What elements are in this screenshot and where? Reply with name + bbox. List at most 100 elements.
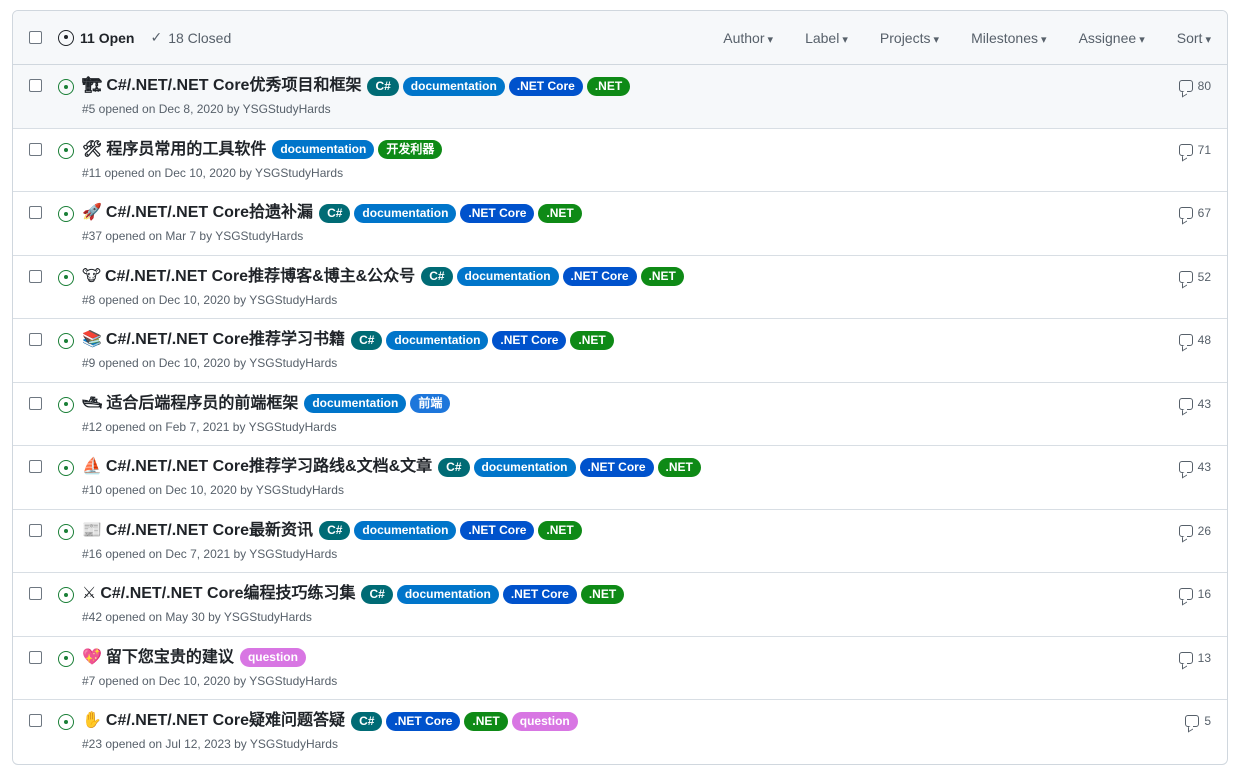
issue-checkbox[interactable] <box>29 587 42 600</box>
label-badge[interactable]: C# <box>361 584 393 604</box>
label-badge[interactable]: .NET Core <box>386 711 461 731</box>
issue-title-link[interactable]: C#/.NET/.NET Core编程技巧练习集 <box>100 583 355 605</box>
label-badge[interactable]: C# <box>319 203 351 223</box>
label-badge[interactable]: question <box>239 648 306 667</box>
issue-checkbox[interactable] <box>29 333 42 346</box>
issue-row[interactable]: ✋ C#/.NET/.NET Core疑难问题答疑 C# .NET Core .NET q… <box>13 700 1227 764</box>
comments-link[interactable]: 67 <box>1178 206 1211 220</box>
issue-meta: #5 opened on Dec 8, 2020 by YSGStudyHard… <box>82 102 331 116</box>
label-badge[interactable]: .NET Core <box>502 584 577 604</box>
issue-title-link[interactable]: 适合后端程序员的前端框架 <box>106 393 298 415</box>
issue-title-link[interactable]: C#/.NET/.NET Core推荐学习路线&文档&文章 <box>106 456 432 478</box>
label-badge[interactable]: .NET <box>464 711 508 731</box>
comments-link[interactable]: 71 <box>1178 143 1211 157</box>
label-badge[interactable]: documentation <box>354 203 457 223</box>
label-badge[interactable]: .NET <box>538 203 582 223</box>
filter-sort[interactable]: Sort <box>1177 30 1211 46</box>
issue-checkbox[interactable] <box>29 396 42 410</box>
label-badge[interactable]: .NET Core <box>460 203 535 223</box>
filter-author[interactable]: Author <box>723 30 773 46</box>
issue-checkbox[interactable] <box>29 714 42 727</box>
label-badge[interactable]: C# <box>351 330 383 350</box>
filter-assignee[interactable]: Assignee <box>1079 30 1145 46</box>
comments-link[interactable]: 5 <box>1185 714 1211 728</box>
label-badge[interactable]: .NET <box>640 267 684 286</box>
comment-icon <box>1178 397 1193 410</box>
label-badge[interactable]: .NET <box>580 584 625 604</box>
issue-row[interactable]: 📰 C#/.NET/.NET Core最新资讯 C# documentation .NE… <box>13 510 1227 573</box>
comments-link[interactable]: 52 <box>1178 270 1211 284</box>
open-issues-tab[interactable]: 11 Open <box>58 29 134 46</box>
issue-title-link[interactable]: C#/.NET/.NET Core推荐学习书籍 <box>106 329 345 351</box>
issue-checkbox[interactable] <box>29 206 42 219</box>
label-badge[interactable]: question <box>511 711 578 731</box>
comment-icon <box>1178 207 1193 219</box>
label-badge[interactable]: 前端 <box>410 394 451 413</box>
issue-title-link[interactable]: C#/.NET/.NET Core优秀项目和框架 <box>106 75 361 97</box>
label-badge[interactable]: C# <box>421 267 453 286</box>
label-badge[interactable]: .NET Core <box>492 330 567 350</box>
comments-link[interactable]: 43 <box>1178 460 1211 474</box>
filter-projects[interactable]: Projects <box>880 30 939 46</box>
label-badge[interactable]: documentation <box>473 457 576 477</box>
issue-title-link[interactable]: 程序员常用的工具软件 <box>106 139 266 161</box>
label-badge[interactable]: .NET Core <box>562 267 637 286</box>
label-badge[interactable]: .NET <box>538 521 582 540</box>
issue-row[interactable]: ⛵ C#/.NET/.NET Core推荐学习路线&文档&文章 C# document… <box>13 446 1227 510</box>
filter-milestones[interactable]: Milestones <box>971 30 1047 46</box>
issue-row[interactable]: ⚔ C#/.NET/.NET Core编程技巧练习集 C# documentation… <box>13 573 1227 637</box>
label-badge[interactable]: .NET <box>570 330 614 350</box>
issue-row[interactable]: 🛥 适合后端程序员的前端框架 documentation 前端 #12 opened … <box>13 383 1227 446</box>
closed-issues-tab[interactable]: ✓ 18 Closed <box>150 29 231 46</box>
label-badge[interactable]: C# <box>319 521 351 540</box>
label-badge[interactable]: 开发利器 <box>378 140 443 159</box>
issue-emoji: ⛵ <box>82 458 102 475</box>
issue-row[interactable]: 🛠 程序员常用的工具软件 documentation 开发利器 #11 opened … <box>13 129 1227 192</box>
issue-row[interactable]: 💖 留下您宝贵的建议 question #7 opened on Dec 10, 2… <box>13 637 1227 700</box>
comment-icon <box>1178 270 1193 283</box>
label-badge[interactable]: .NET Core <box>579 457 654 477</box>
issue-row[interactable]: 🐮 C#/.NET/.NET Core推荐博客&博主&公众号 C# documenta… <box>13 256 1227 319</box>
issue-checkbox[interactable] <box>29 460 42 473</box>
label-badge[interactable]: documentation <box>396 584 499 604</box>
issue-title-link[interactable]: 留下您宝贵的建议 <box>106 647 234 669</box>
label-badge[interactable]: documentation <box>386 330 489 350</box>
label-badge[interactable]: .NET <box>657 457 701 477</box>
issue-checkbox[interactable] <box>29 523 42 537</box>
label-badge[interactable]: .NET Core <box>508 76 583 96</box>
issue-checkbox[interactable] <box>29 650 42 664</box>
comments-link[interactable]: 80 <box>1178 79 1211 93</box>
issue-emoji: ⚔ <box>82 585 97 602</box>
comments-link[interactable]: 16 <box>1178 587 1211 601</box>
label-badge[interactable]: documentation <box>456 267 559 286</box>
label-badge[interactable]: .NET <box>586 76 631 96</box>
issue-checkbox[interactable] <box>29 269 42 283</box>
issue-emoji: 🛥 <box>82 394 103 412</box>
issue-title-link[interactable]: C#/.NET/.NET Core最新资讯 <box>106 520 313 542</box>
label-badge[interactable]: documentation <box>272 140 375 159</box>
comments-link[interactable]: 13 <box>1178 651 1211 665</box>
issue-title-link[interactable]: C#/.NET/.NET Core拾遗补漏 <box>106 202 313 224</box>
label-badge[interactable]: documentation <box>304 394 407 413</box>
label-badge[interactable]: C# <box>438 457 470 477</box>
comments-link[interactable]: 43 <box>1178 397 1211 411</box>
label-badge[interactable]: C# <box>367 76 399 96</box>
issue-title-link[interactable]: C#/.NET/.NET Core疑难问题答疑 <box>106 710 345 732</box>
issue-meta: #7 opened on Dec 10, 2020 by YSGStudyHar… <box>82 673 338 688</box>
issue-row[interactable]: 📚 C#/.NET/.NET Core推荐学习书籍 C# documentation.… <box>13 319 1227 383</box>
issue-title-link[interactable]: C#/.NET/.NET Core推荐博客&博主&公众号 <box>105 266 415 288</box>
comments-link[interactable]: 48 <box>1178 333 1211 347</box>
comments-link[interactable]: 26 <box>1178 524 1211 538</box>
label-badge[interactable]: documentation <box>354 521 457 540</box>
label-badge[interactable]: documentation <box>402 76 505 96</box>
label-badge[interactable]: .NET Core <box>460 521 535 540</box>
issue-emoji: 🏗 <box>82 77 103 94</box>
issue-meta: #16 opened on Dec 7, 2021 by YSGStudyHar… <box>82 546 338 561</box>
issue-row[interactable]: 🚀 C#/.NET/.NET Core拾遗补漏 C# documentation .NE… <box>13 192 1227 256</box>
select-all-checkbox[interactable] <box>29 31 42 44</box>
issue-checkbox[interactable] <box>29 79 42 92</box>
issue-row[interactable]: 🏗 C#/.NET/.NET Core优秀项目和框架 C# documentation… <box>13 65 1227 129</box>
label-badge[interactable]: C# <box>351 711 383 731</box>
filter-label[interactable]: Label <box>805 30 848 46</box>
issue-checkbox[interactable] <box>29 142 42 156</box>
